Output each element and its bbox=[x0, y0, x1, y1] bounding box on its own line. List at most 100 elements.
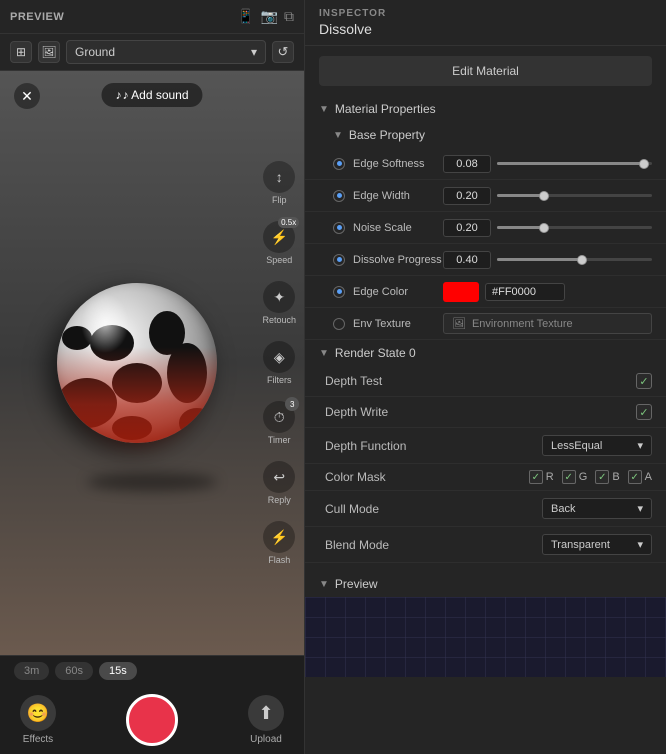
collapse-arrow-base: ▼ bbox=[333, 130, 343, 141]
image-icon: 🖼 bbox=[452, 317, 466, 330]
env-texture-area[interactable]: 🖼 Environment Texture bbox=[443, 313, 652, 334]
refresh-btn[interactable]: ↺ bbox=[272, 41, 294, 63]
color-mask-b: ✓ B bbox=[595, 470, 619, 484]
effects-button[interactable]: 😊 Effects bbox=[20, 695, 56, 745]
tool-timer[interactable]: ⏱ 3 Timer bbox=[263, 401, 295, 445]
edge-softness-radio[interactable] bbox=[333, 158, 345, 170]
depth-write-checkbox[interactable]: ✓ bbox=[636, 404, 652, 420]
env-texture-row: Env Texture 🖼 Environment Texture bbox=[305, 308, 666, 340]
tool-speed[interactable]: ⚡ 0.5x Speed bbox=[263, 221, 295, 265]
preview-bottom: 3m 60s 15s 😊 Effects ⬆ Upload bbox=[0, 655, 304, 754]
edge-width-input[interactable] bbox=[443, 187, 491, 205]
preview-section-label: Preview bbox=[335, 577, 378, 591]
edge-width-row: Edge Width bbox=[305, 180, 666, 212]
external-link-icon[interactable]: ⧉ bbox=[284, 8, 294, 25]
dissolve-progress-input[interactable] bbox=[443, 251, 491, 269]
noise-scale-input[interactable] bbox=[443, 219, 491, 237]
upload-button[interactable]: ⬆ Upload bbox=[248, 695, 284, 745]
material-properties-label: Material Properties bbox=[335, 102, 436, 116]
cull-mode-dropdown[interactable]: Back ▾ bbox=[542, 498, 652, 519]
depth-function-dropdown[interactable]: LessEqual ▾ bbox=[542, 435, 652, 456]
tool-flash[interactable]: ⚡ Flash bbox=[263, 521, 295, 565]
tool-filters[interactable]: ◈ Filters bbox=[263, 341, 295, 385]
color-mask-r: ✓ R bbox=[529, 470, 554, 484]
edge-softness-row: Edge Softness bbox=[305, 148, 666, 180]
edge-softness-slider[interactable] bbox=[497, 162, 652, 165]
dissolve-progress-radio[interactable] bbox=[333, 254, 345, 266]
camera-icon[interactable]: 📷 bbox=[261, 8, 278, 25]
chevron-down-icon: ▾ bbox=[637, 439, 643, 452]
edge-color-radio[interactable] bbox=[333, 286, 345, 298]
duration-15s[interactable]: 15s bbox=[99, 662, 137, 680]
base-property-header[interactable]: ▼ Base Property bbox=[305, 122, 666, 148]
depth-function-row: Depth Function LessEqual ▾ bbox=[305, 428, 666, 464]
edge-color-label: Edge Color bbox=[353, 286, 443, 298]
sphere-container bbox=[57, 283, 217, 443]
color-mask-g: ✓ G bbox=[562, 470, 588, 484]
duration-3m[interactable]: 3m bbox=[14, 662, 49, 680]
preview-toolbar: ⊞ 🖼 Ground ▾ ↺ bbox=[0, 34, 304, 71]
inspector-header: INSPECTOR Dissolve bbox=[305, 0, 666, 46]
color-mask-b-checkbox[interactable]: ✓ bbox=[595, 470, 609, 484]
depth-write-row: Depth Write ✓ bbox=[305, 397, 666, 428]
scene-bg: ✕ ♪ ♪ Add sound ↕ Flip bbox=[0, 71, 304, 655]
noise-scale-slider[interactable] bbox=[497, 226, 652, 229]
edge-color-hex-input[interactable] bbox=[485, 283, 565, 301]
right-tools: ↕ Flip ⚡ 0.5x Speed ✦ Retouch ◈ Filters bbox=[262, 161, 296, 565]
color-mask-label: Color Mask bbox=[325, 470, 525, 484]
phone-icon[interactable]: 📱 bbox=[237, 8, 254, 25]
ground-shadow bbox=[87, 473, 217, 491]
dissolve-title: Dissolve bbox=[319, 21, 652, 37]
tool-retouch[interactable]: ✦ Retouch bbox=[262, 281, 296, 325]
env-texture-label: Env Texture bbox=[353, 318, 443, 330]
tool-reply[interactable]: ↩ Reply bbox=[263, 461, 295, 505]
color-mask-row: Color Mask ✓ R ✓ G ✓ B ✓ A bbox=[305, 464, 666, 491]
dissolve-progress-slider[interactable] bbox=[497, 258, 652, 261]
edge-width-slider[interactable] bbox=[497, 194, 652, 197]
edge-color-row: Edge Color bbox=[305, 276, 666, 308]
preview-canvas: ✕ ♪ ♪ Add sound ↕ Flip bbox=[0, 71, 304, 655]
edit-material-btn[interactable]: Edit Material bbox=[319, 56, 652, 86]
record-button[interactable] bbox=[126, 694, 178, 746]
add-sound-btn[interactable]: ♪ ♪ Add sound bbox=[101, 83, 202, 107]
upload-label: Upload bbox=[250, 734, 282, 745]
close-btn[interactable]: ✕ bbox=[14, 83, 40, 109]
render-state-header[interactable]: ▼ Render State 0 bbox=[305, 340, 666, 366]
layers-icon-btn[interactable]: ⊞ bbox=[10, 41, 32, 63]
right-panel: INSPECTOR Dissolve Edit Material ▼ Mater… bbox=[305, 0, 666, 754]
blend-mode-label: Blend Mode bbox=[325, 538, 542, 552]
env-texture-radio[interactable] bbox=[333, 318, 345, 330]
chevron-down-icon: ▾ bbox=[251, 45, 257, 59]
preview-title: PREVIEW bbox=[10, 11, 64, 23]
base-property-label: Base Property bbox=[349, 128, 425, 142]
preview-section-header[interactable]: ▼ Preview bbox=[305, 571, 666, 597]
color-mask-r-checkbox[interactable]: ✓ bbox=[529, 470, 543, 484]
edge-softness-label: Edge Softness bbox=[353, 158, 443, 170]
edge-color-swatch[interactable] bbox=[443, 282, 479, 302]
color-mask-g-checkbox[interactable]: ✓ bbox=[562, 470, 576, 484]
noise-scale-radio[interactable] bbox=[333, 222, 345, 234]
material-properties-header[interactable]: ▼ Material Properties bbox=[305, 96, 666, 122]
render-state-label: Render State 0 bbox=[335, 346, 416, 360]
depth-test-row: Depth Test ✓ bbox=[305, 366, 666, 397]
preview-header: PREVIEW 📱 📷 ⧉ bbox=[0, 0, 304, 34]
duration-60s[interactable]: 60s bbox=[55, 662, 93, 680]
inspector-title: INSPECTOR bbox=[319, 8, 652, 19]
depth-test-checkbox[interactable]: ✓ bbox=[636, 373, 652, 389]
ground-select[interactable]: Ground ▾ bbox=[66, 40, 266, 64]
collapse-arrow-material: ▼ bbox=[319, 104, 329, 115]
effects-label: Effects bbox=[23, 734, 53, 745]
blend-mode-dropdown[interactable]: Transparent ▾ bbox=[542, 534, 652, 555]
dissolve-progress-row: Dissolve Progress bbox=[305, 244, 666, 276]
tool-flip[interactable]: ↕ Flip bbox=[263, 161, 295, 205]
dissolve-progress-label: Dissolve Progress bbox=[353, 254, 443, 266]
depth-function-label: Depth Function bbox=[325, 439, 542, 453]
photo-icon-btn[interactable]: 🖼 bbox=[38, 41, 60, 63]
chevron-down-icon: ▾ bbox=[637, 538, 643, 551]
preview-grid bbox=[305, 597, 666, 677]
edge-softness-input[interactable] bbox=[443, 155, 491, 173]
effects-icon: 😊 bbox=[20, 695, 56, 731]
color-mask-a-checkbox[interactable]: ✓ bbox=[628, 470, 642, 484]
edge-width-radio[interactable] bbox=[333, 190, 345, 202]
noise-scale-label: Noise Scale bbox=[353, 222, 443, 234]
